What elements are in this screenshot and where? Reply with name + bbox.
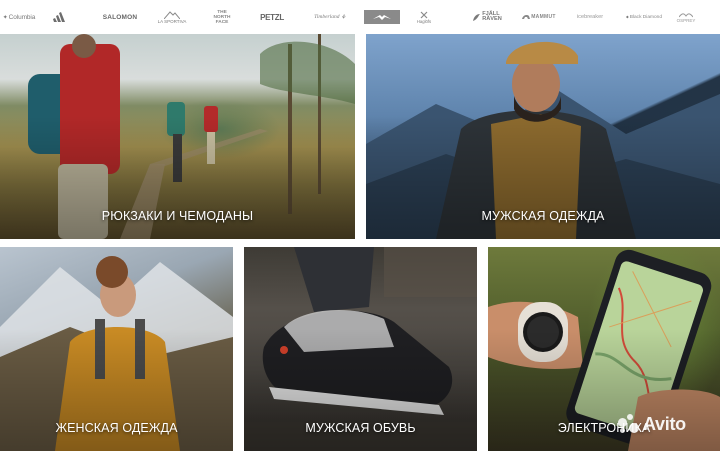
category-label: МУЖСКАЯ ОДЕЖДА [481, 209, 605, 223]
brand-timberland-label: Timberland [314, 14, 340, 20]
columbia-diamond-icon: ✦ [2, 14, 8, 21]
brand-fjallraven[interactable]: FJÄLL RÄVEN [472, 8, 502, 26]
brand-columbia[interactable]: ✦ Columbia [0, 8, 38, 26]
tree-icon: ⚘ [340, 14, 346, 21]
salewa-eagle-logo [373, 15, 391, 20]
avito-watermark: Avito [618, 413, 710, 435]
brand-the-north-face[interactable]: THE NORTH FACE [208, 8, 236, 26]
brand-black-diamond[interactable]: Black Diamond [626, 8, 662, 26]
mountain-logo-icon [164, 10, 180, 19]
brand-columbia-label: Columbia [8, 13, 36, 21]
brand-icebreaker-label: icebreaker [576, 14, 604, 20]
brand-osprey[interactable]: OSPREY [676, 8, 696, 26]
brand-black-diamond-label: Black Diamond [629, 14, 662, 20]
brand-salomon-label: SALOMON [102, 13, 138, 21]
brand-mammut-label: MAMMUT [531, 14, 556, 20]
brand-adidas[interactable] [52, 8, 70, 26]
category-backpacks-luggage[interactable]: РЮКЗАКИ И ЧЕМОДАНЫ [0, 34, 355, 239]
adidas-stripes-icon [53, 12, 65, 22]
diamond-logo-icon [626, 15, 629, 19]
mammoth-logo-icon [522, 15, 531, 19]
brand-osprey-label: OSPREY [676, 17, 696, 23]
brand-haglofs[interactable]: Haglöfs [416, 8, 432, 26]
brand-salewa[interactable] [364, 10, 400, 24]
brand-salomon[interactable]: SALOMON [100, 8, 140, 26]
brand-haglofs-label: Haglöfs [416, 18, 432, 24]
brand-strip: ✦ Columbia SALOMON LA SPORTIVA THE NORTH… [0, 0, 720, 34]
category-label: МУЖСКАЯ ОБУВЬ [305, 421, 416, 435]
brand-timberland[interactable]: Timberland ⚘ [313, 8, 347, 26]
brand-la-sportiva-label: LA SPORTIVA [157, 18, 187, 24]
category-label: ЖЕНСКАЯ ОДЕЖДА [55, 421, 178, 435]
brand-la-sportiva[interactable]: LA SPORTIVA [157, 8, 187, 26]
brand-fjallraven-line2: RÄVEN [482, 16, 502, 22]
category-mens-footwear[interactable]: МУЖСКАЯ ОБУВЬ [244, 247, 477, 451]
category-mens-clothing[interactable]: МУЖСКАЯ ОДЕЖДА [366, 34, 720, 239]
avito-wordmark: Avito [643, 413, 686, 434]
brand-mammut[interactable]: MAMMUT [521, 8, 557, 26]
haglofs-logo-icon [420, 11, 428, 18]
brand-petzl[interactable]: PETZL [260, 8, 284, 26]
category-label: РЮКЗАКИ И ЧЕМОДАНЫ [101, 209, 254, 223]
avito-dots-icon [618, 414, 640, 434]
brand-petzl-label: PETZL [260, 12, 284, 22]
fox-logo-icon [473, 13, 481, 21]
brand-tnf-line3: FACE [215, 19, 229, 25]
brand-icebreaker[interactable]: icebreaker [573, 8, 607, 26]
category-womens-clothing[interactable]: ЖЕНСКАЯ ОДЕЖДА [0, 247, 233, 451]
